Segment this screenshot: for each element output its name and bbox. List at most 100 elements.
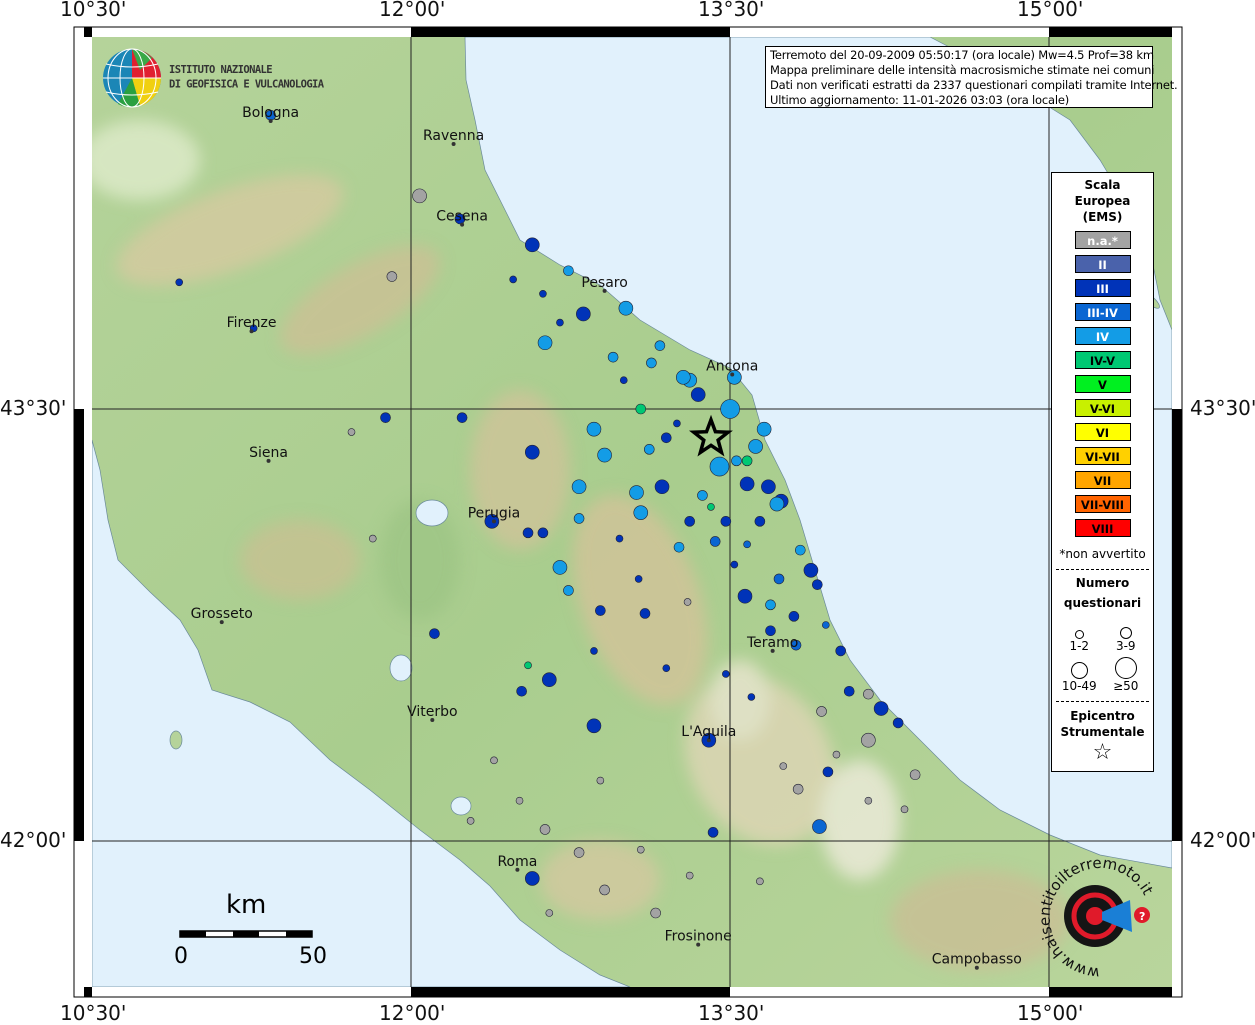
size-class-label: 1-2 [1069, 639, 1090, 653]
legend-divider [1056, 701, 1149, 702]
size-class: 10-49 [1056, 655, 1103, 693]
legend-divider [1056, 569, 1149, 570]
intensity-point [490, 756, 498, 765]
intensity-point [563, 265, 574, 277]
intensity-point [175, 278, 184, 287]
intensity-point [386, 271, 398, 282]
intensity-point [676, 370, 691, 385]
legend-title-line: Europea [1074, 194, 1131, 208]
intensity-point [633, 505, 649, 520]
intensity-point [524, 661, 532, 670]
event-info-line: Dati non verificati estratti da 2337 que… [770, 78, 1178, 92]
intensity-point [654, 340, 666, 351]
size-class: 1-2 [1056, 615, 1103, 653]
intensity-point [709, 456, 730, 477]
lat-tick-right: 42°00' [1190, 828, 1255, 852]
intensity-point [597, 447, 612, 463]
legend-item: VIII [1074, 519, 1131, 537]
intensity-point [563, 585, 574, 596]
legend-item: V-VI [1074, 399, 1131, 417]
intensity-point [900, 805, 909, 814]
intensity-point [596, 776, 605, 785]
lake-trasimeno [415, 499, 449, 527]
lon-tick-top: 10°30' [60, 0, 127, 21]
intensity-point [515, 796, 524, 805]
intensity-point [542, 672, 557, 688]
intensity-point [812, 579, 823, 590]
intensity-point [524, 444, 540, 460]
city-label: Perugia [468, 505, 521, 521]
intensity-point [863, 688, 874, 700]
scale-bar [179, 930, 313, 938]
legend-items: n.a.* II III III-IV IV IV-V V V-VI VI VI-VII VII VI… [1052, 231, 1153, 537]
intensity-point [643, 444, 655, 455]
intensity-point [756, 421, 772, 437]
lon-tick-bottom: 10°30' [60, 1001, 127, 1025]
city-label: Teramo [746, 635, 798, 651]
intensity-point [835, 645, 847, 657]
epicenter-legend-star-icon: ☆ [1092, 740, 1113, 765]
intensity-point [683, 598, 692, 606]
city-label: Viterbo [407, 704, 457, 720]
legend-note: *non avvertito [1059, 547, 1146, 561]
intensity-point [873, 701, 889, 716]
legend-title-line: Scala [1084, 178, 1121, 192]
intensity-point [722, 670, 730, 678]
intensity-point [832, 750, 841, 759]
intensity-point [539, 824, 551, 835]
intensity-point [707, 503, 715, 511]
intensity-point [684, 516, 695, 527]
intensity-point [662, 664, 671, 673]
intensity-point [709, 536, 721, 547]
ingv-name-line1: ISTITUTO NAZIONALE [169, 63, 273, 76]
legend-item: VI-VII [1074, 447, 1131, 465]
intensity-point [812, 819, 827, 834]
city-label: Pesaro [581, 275, 627, 291]
lat-tick-left: 42°00' [0, 828, 67, 852]
city-label: Campobasso [932, 952, 1022, 968]
intensity-point [731, 455, 742, 467]
intensity-point [909, 769, 921, 781]
city-label: Firenze [227, 315, 277, 331]
intensity-point [537, 527, 549, 539]
intensity-point [765, 599, 776, 611]
lon-tick-top: 13°30' [698, 0, 765, 21]
city-label: Frosinone [665, 929, 732, 945]
intensity-point [368, 534, 377, 543]
intensity-point [660, 432, 672, 444]
city-label: Cesena [436, 209, 488, 225]
intensity-point [524, 237, 540, 253]
intensity-point [586, 421, 602, 437]
intensity-point [509, 275, 517, 284]
legend-item: VI [1074, 423, 1131, 441]
intensity-point [576, 306, 591, 322]
intensity-point [347, 428, 356, 436]
intensity-point [646, 357, 657, 369]
legend-item: VII-VIII [1074, 495, 1131, 513]
intensity-point [634, 575, 643, 583]
event-info-box: Terremoto del 20-09-2009 05:50:17 (ora l… [765, 46, 1178, 108]
intensity-point [697, 490, 708, 501]
city-label: Roma [497, 854, 537, 870]
lon-tick-top: 15°00' [1017, 0, 1084, 21]
intensity-point [864, 796, 873, 805]
intensity-point [743, 540, 751, 549]
city-label: Bologna [242, 105, 299, 121]
intensity-point [737, 588, 753, 604]
intensity-point [773, 573, 785, 585]
intensity-point [639, 608, 651, 619]
intensity-point [794, 544, 806, 556]
legend-item: IV-V [1074, 351, 1131, 369]
intensity-point [650, 907, 661, 919]
intensity-point [756, 877, 764, 886]
count-legend-title: Numero questionari [1052, 573, 1153, 613]
legend-title: Scala Europea (EMS) [1052, 177, 1153, 225]
intensity-legend: Scala Europea (EMS) n.a.* II III III-IV IV IV… [1051, 172, 1154, 772]
epicenter-title-line: Strumentale [1060, 725, 1145, 739]
intensity-point [595, 605, 606, 616]
size-class-label: ≥50 [1113, 679, 1139, 693]
count-title-line: questionari [1063, 596, 1142, 610]
intensity-point [466, 817, 475, 825]
ingv-logo-globe [103, 48, 162, 108]
intensity-point [690, 387, 706, 402]
